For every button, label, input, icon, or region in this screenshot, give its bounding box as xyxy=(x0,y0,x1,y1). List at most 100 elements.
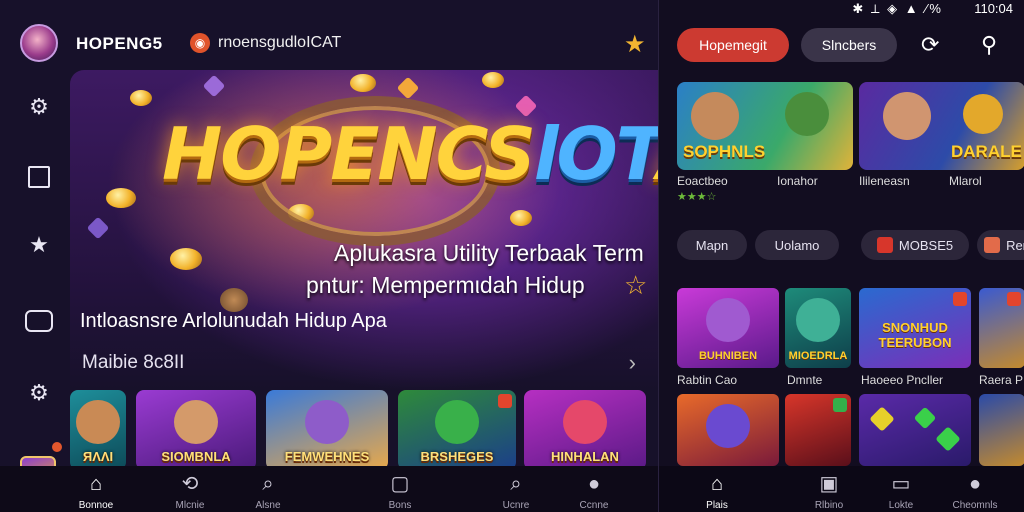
tab-explore[interactable]: ⌕ Ucnre xyxy=(486,472,546,511)
left-panel: HOPENG5 ◉ rnoensgudloICAT ★ ⚙ ★ ⚙ HOPENC… xyxy=(0,0,658,512)
clock: 110:04 xyxy=(974,1,1013,16)
game-character xyxy=(563,400,607,444)
tile-title: MIOEDRLA xyxy=(788,350,848,362)
tile-caption: Dmnte xyxy=(787,373,823,387)
filter-chip[interactable]: Uolamo xyxy=(755,230,839,260)
game-character xyxy=(305,400,349,444)
message-icon: ▭ xyxy=(891,473,911,495)
user-icon: ● xyxy=(587,473,601,495)
hero-logo: HOPENCSlOTA xyxy=(162,112,658,196)
game-tile[interactable] xyxy=(979,394,1024,466)
featured-caption: Ionahor xyxy=(777,174,818,188)
tab-label: Plais xyxy=(706,500,728,511)
tab-messages[interactable]: ▭ Lokte xyxy=(871,472,931,511)
featured-caption: Mlarol xyxy=(949,174,982,188)
hero-headline: Aplukasra Utility Terbaak Term xyxy=(334,240,644,266)
site-link[interactable]: ◉ rnoensgudloICAT xyxy=(190,32,341,54)
tab-home[interactable]: ⌂ Plais xyxy=(687,472,747,511)
hero-tagline: Intloasnsre Arlolunudah Hidup Apa xyxy=(80,310,387,332)
gem-decoration xyxy=(202,74,226,98)
chip-label: MOBSE5 xyxy=(898,237,954,253)
filter-chip[interactable]: Mapn xyxy=(677,230,747,260)
tab-label: Bons xyxy=(388,500,412,511)
filter-chip[interactable]: MOBSE5 xyxy=(861,230,969,260)
favorite-star-icon[interactable]: ★ xyxy=(624,30,646,59)
right-panel: ✱ ⟂ ◈ ▲ ∕% 110:04 Hopemegit Slncbers ⟳ ⚲… xyxy=(658,0,1024,512)
game-tile[interactable] xyxy=(677,394,779,466)
tab-label: Bonnoe xyxy=(78,500,114,511)
settings-gear-icon-2[interactable]: ⚙ xyxy=(26,380,52,406)
chip-label: Uolamo xyxy=(774,237,820,253)
tab-search[interactable]: ⌕ Alsne xyxy=(238,472,298,511)
game-title: BRSHEGES xyxy=(420,449,494,464)
tab-history[interactable]: ⟲ Mlcnie xyxy=(160,472,220,511)
profile-search-icon[interactable]: ⚲ xyxy=(981,32,997,58)
game-title: HINHALAN xyxy=(551,449,619,464)
search-icon: ⌕ xyxy=(262,473,274,495)
game-tile[interactable]: BUHNIBEN xyxy=(677,288,779,368)
game-tile[interactable] xyxy=(979,288,1024,368)
featured-game-card[interactable]: SOPHNLS xyxy=(677,82,853,170)
featured-caption: Ilileneasn xyxy=(859,174,910,188)
game-tile[interactable]: MIOEDRLA xyxy=(785,288,851,368)
tile-title: BUHNIBEN xyxy=(698,350,758,362)
user-icon: ● xyxy=(968,473,982,495)
game-character xyxy=(883,92,931,140)
tab-home[interactable]: ⌂ Bonnoe xyxy=(66,472,126,511)
tab-profile[interactable]: ● Ccnne xyxy=(564,472,624,511)
tab-label: Alsne xyxy=(255,500,281,511)
notification-badge xyxy=(50,440,64,454)
avatar[interactable] xyxy=(20,24,58,62)
primary-tab-button[interactable]: Hopemegit xyxy=(677,28,789,62)
square-icon[interactable] xyxy=(26,164,52,190)
game-card[interactable]: FEMWEHNES xyxy=(266,390,388,470)
tab-games[interactable]: ▣ Rlbino xyxy=(799,472,859,511)
secondary-tab-button[interactable]: Slncbers xyxy=(801,28,897,62)
hero-subheadline: pntur: Mempermιdah Hidup xyxy=(306,272,585,298)
status-icons: ✱ ⟂ ◈ ▲ ∕% xyxy=(852,1,943,16)
hero-banner[interactable]: HOPENCSlOTA Aplukasra Utility Terbaak Te… xyxy=(70,70,658,390)
games-icon: ▣ xyxy=(819,473,839,495)
coin-decoration xyxy=(350,74,376,92)
game-tile[interactable] xyxy=(785,394,851,466)
featured-title: SOPHNLS xyxy=(683,142,766,161)
game-character xyxy=(174,400,218,444)
tab-label: Ucnre xyxy=(502,500,530,511)
site-icon: ◉ xyxy=(190,33,210,53)
game-character xyxy=(691,92,739,140)
hot-badge xyxy=(1007,292,1021,306)
tile-caption: Rabtin Cao xyxy=(677,373,738,387)
tab-profile[interactable]: ● Cheomnls xyxy=(945,472,1005,511)
game-card[interactable]: BRSHEGES xyxy=(398,390,516,470)
game-character xyxy=(785,92,829,136)
game-tile[interactable] xyxy=(859,394,971,466)
tile-caption: Haoeeo Pncller xyxy=(861,373,944,387)
gem-decoration xyxy=(913,406,937,430)
coin-decoration xyxy=(170,248,202,270)
tab-label: Rlbino xyxy=(814,500,844,511)
search-icon: ⌕ xyxy=(510,473,522,495)
star-icon[interactable]: ★ xyxy=(26,232,52,258)
tab-bons[interactable]: ▢ Bons xyxy=(370,472,430,511)
star-outline-icon: ☆ xyxy=(624,270,648,300)
window-icon[interactable] xyxy=(25,308,53,334)
section-header[interactable]: Maibie 8c8IΙ › xyxy=(82,350,642,376)
game-tile[interactable]: SNONHUD TEERUBON xyxy=(859,288,971,368)
game-card[interactable]: SIOMBNLA xyxy=(136,390,256,470)
chat-icon: ▢ xyxy=(390,473,410,495)
filter-chip[interactable]: Ren xyxy=(977,230,1024,260)
chevron-right-icon[interactable]: › xyxy=(629,350,636,376)
settings-gear-icon[interactable]: ⚙ xyxy=(26,94,52,120)
tab-label: Ccnne xyxy=(579,500,609,511)
game-card[interactable]: HINHALAN xyxy=(524,390,646,470)
featured-game-card[interactable]: DARALE xyxy=(859,82,1024,170)
chip-label: Mapn xyxy=(695,237,729,253)
history-icon: ⟲ xyxy=(181,473,199,495)
home-icon: ⌂ xyxy=(710,473,724,495)
game-card[interactable]: ЯΛΛΙ xyxy=(70,390,126,470)
coin-decoration xyxy=(106,188,136,208)
game-character xyxy=(963,94,1003,134)
coin-decoration xyxy=(130,90,152,106)
bottom-tab-bar: ⌂ Bonnoe ⟲ Mlcnie ⌕ Alsne ▢ Bons ⌕ Ucnre… xyxy=(0,466,658,512)
refresh-icon[interactable]: ⟳ xyxy=(921,32,939,58)
